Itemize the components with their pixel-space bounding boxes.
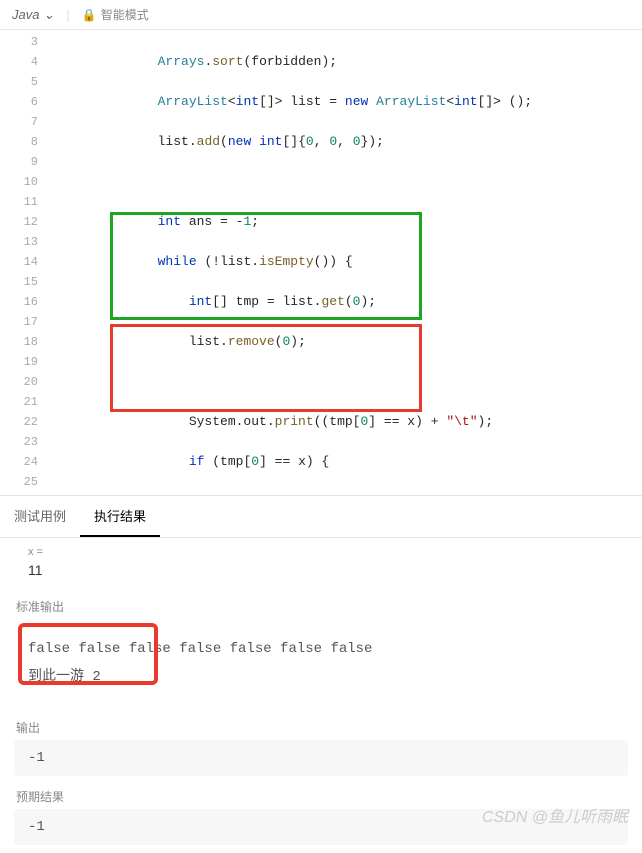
stdout-area: false false false false false false fals… <box>0 619 642 707</box>
input-var-value: 11 <box>0 558 642 586</box>
expected-label: 预期结果 <box>0 788 642 805</box>
language-label: Java <box>12 7 39 22</box>
mode-indicator[interactable]: 🔒 智能模式 <box>82 6 149 23</box>
mode-label-text: 智能模式 <box>101 6 149 23</box>
tab-result[interactable]: 执行结果 <box>80 496 160 537</box>
code-content[interactable]: Arrays.sort(forbidden); ArrayList<int[]>… <box>64 30 642 495</box>
stdout-line: 到此一游 2 <box>28 663 614 691</box>
editor-toolbar: Java ⌄ | 🔒 智能模式 <box>0 0 642 30</box>
divider: | <box>66 7 69 22</box>
expected-value: -1 <box>14 809 628 845</box>
tab-bar: 测试用例 执行结果 <box>0 496 642 538</box>
lock-icon: 🔒 <box>82 8 97 22</box>
language-selector[interactable]: Java ⌄ <box>12 7 54 23</box>
result-panel: 测试用例 执行结果 x = 11 标准输出 false false false … <box>0 495 642 845</box>
input-var-label: x = <box>0 538 642 558</box>
output-label: 输出 <box>0 719 642 736</box>
output-value: -1 <box>14 740 628 776</box>
tab-testcases[interactable]: 测试用例 <box>0 496 80 537</box>
code-editor[interactable]: 345678910111213141516171819202122232425 … <box>0 30 642 495</box>
line-gutter: 345678910111213141516171819202122232425 <box>0 30 50 495</box>
chevron-down-icon: ⌄ <box>43 7 54 23</box>
stdout-label: 标准输出 <box>0 598 642 615</box>
fold-column <box>50 30 64 495</box>
stdout-line: false false false false false false fals… <box>28 635 614 663</box>
